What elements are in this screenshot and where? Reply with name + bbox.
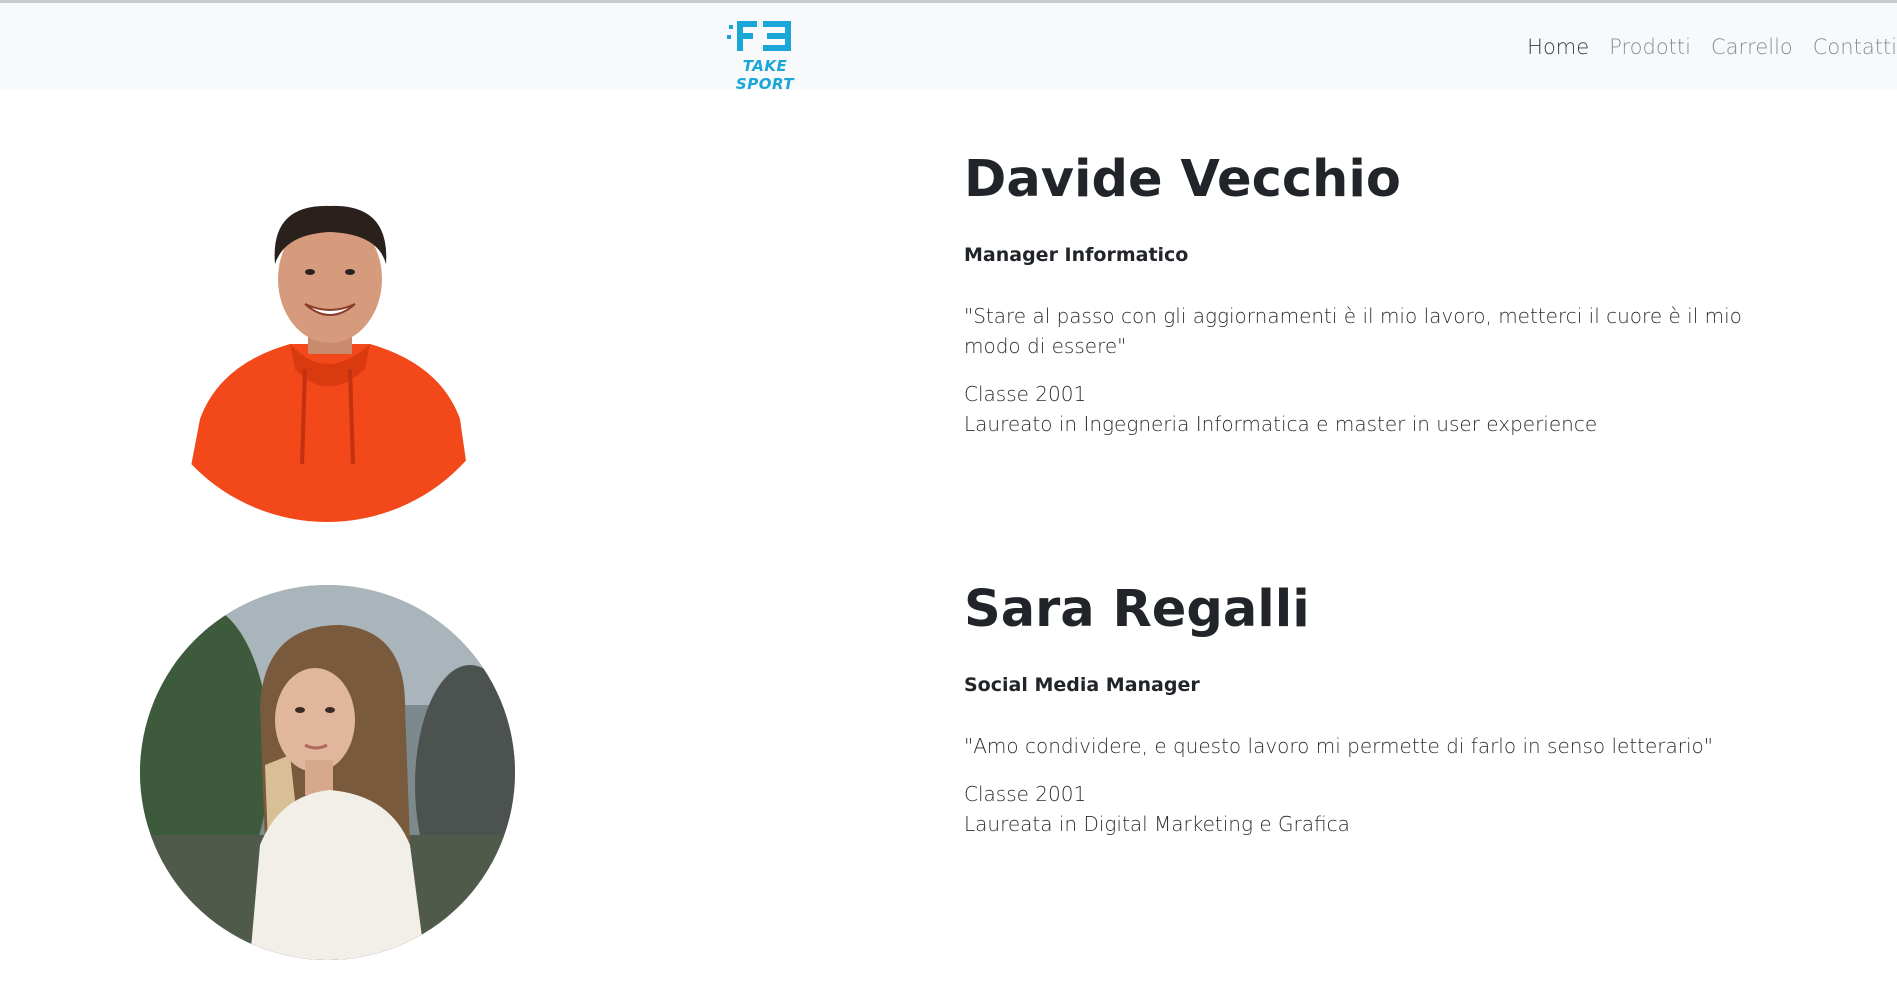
member-meta: Classe 2001 Laureato in Ingegneria Infor… xyxy=(964,379,1744,439)
nav-contatti[interactable]: Contatti xyxy=(1813,35,1897,59)
member-info: Davide Vecchio Manager Informatico "Star… xyxy=(964,150,1744,439)
navbar: TAKE SPORT Home Prodotti Carrello Contat… xyxy=(0,3,1897,93)
nav-prodotti[interactable]: Prodotti xyxy=(1609,35,1691,59)
team-member-card: Davide Vecchio Manager Informatico "Star… xyxy=(0,90,1897,540)
logo-mark-icon xyxy=(727,21,791,51)
portrait-woman-icon xyxy=(140,585,515,960)
nav-home[interactable]: Home xyxy=(1527,35,1589,59)
member-quote: "Amo condividere, e questo lavoro mi per… xyxy=(964,734,1713,758)
member-name: Sara Regalli xyxy=(964,580,1310,639)
logo-text: TAKE SPORT xyxy=(735,57,795,93)
brand-logo[interactable]: TAKE SPORT xyxy=(715,17,815,93)
member-meta: Classe 2001 Laureata in Digital Marketin… xyxy=(964,779,1744,839)
member-education: Laureato in Ingegneria Informatica e mas… xyxy=(964,412,1598,436)
member-role: Social Media Manager xyxy=(964,674,1200,696)
member-photo xyxy=(140,585,515,960)
member-name: Davide Vecchio xyxy=(964,150,1401,209)
portrait-man-icon xyxy=(180,205,475,522)
nav-carrello[interactable]: Carrello xyxy=(1711,35,1793,59)
member-quote: "Stare al passo con gli aggiornamenti è … xyxy=(964,304,1742,358)
member-class-year: Classe 2001 xyxy=(964,782,1087,806)
member-photo xyxy=(140,194,515,524)
member-class-year: Classe 2001 xyxy=(964,382,1087,406)
team-member-card: Sara Regalli Social Media Manager "Amo c… xyxy=(0,540,1897,1000)
member-education: Laureata in Digital Marketing e Grafica xyxy=(964,812,1350,836)
member-role: Manager Informatico xyxy=(964,244,1189,266)
member-info: Sara Regalli Social Media Manager "Amo c… xyxy=(964,580,1744,839)
main-nav: Home Prodotti Carrello Contatti xyxy=(1507,3,1897,90)
